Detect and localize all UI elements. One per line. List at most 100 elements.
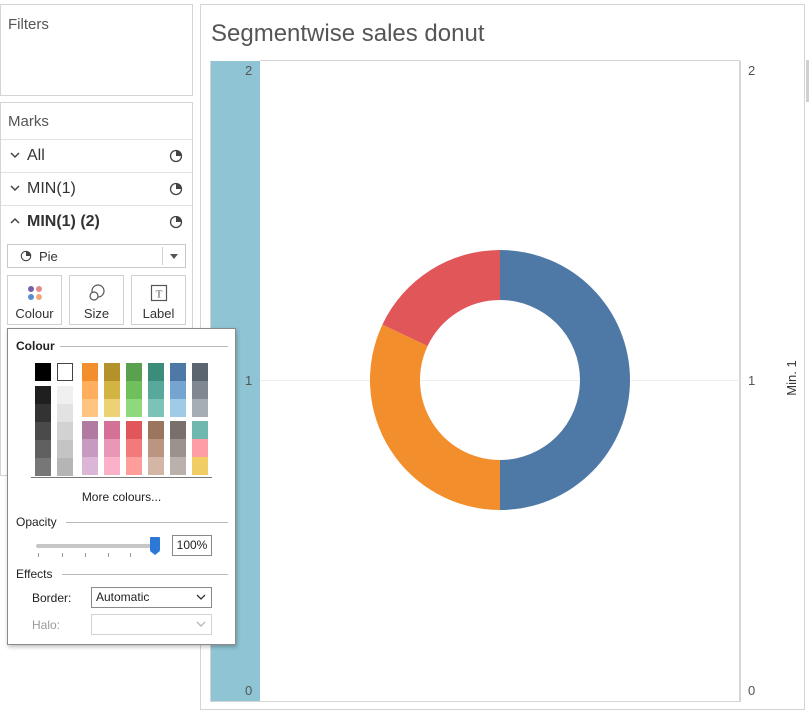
swatch-color[interactable] — [148, 381, 164, 399]
swatch-color[interactable] — [82, 421, 98, 439]
donut-slice-0[interactable] — [500, 250, 630, 510]
swatch-color[interactable] — [82, 399, 98, 417]
swatch-color[interactable] — [192, 399, 208, 417]
swatch-black[interactable] — [35, 363, 51, 381]
chart-frame-top — [260, 60, 740, 61]
colour-popup: Colour More colours... Opacity 100% Effe… — [7, 328, 236, 645]
section-divider — [62, 574, 228, 575]
swatch-dark-gray[interactable] — [35, 458, 51, 476]
swatch-color[interactable] — [170, 363, 186, 381]
swatch-color[interactable] — [104, 457, 120, 475]
swatch-color[interactable] — [104, 363, 120, 381]
pie-mark-icon — [169, 182, 183, 196]
swatch-color[interactable] — [148, 363, 164, 381]
effects-section-title: Effects — [16, 567, 53, 581]
swatch-dark-gray[interactable] — [35, 386, 51, 404]
swatch-color[interactable] — [170, 439, 186, 457]
donut-slice-1[interactable] — [370, 324, 500, 510]
swatch-light-gray[interactable] — [57, 440, 73, 458]
marks-row-all[interactable]: All — [1, 139, 192, 172]
swatch-color[interactable] — [126, 381, 142, 399]
right-axis-tick: 1 — [748, 373, 756, 388]
pie-mark-icon — [169, 149, 183, 163]
swatch-color[interactable] — [148, 457, 164, 475]
swatch-color[interactable] — [148, 421, 164, 439]
right-axis-line — [740, 61, 741, 702]
swatch-color[interactable] — [192, 457, 208, 475]
left-axis-tick: 2 — [245, 63, 253, 78]
donut-chart[interactable] — [360, 240, 640, 520]
chevron-up-icon — [10, 217, 20, 224]
swatch-color[interactable] — [82, 439, 98, 457]
swatch-light-gray[interactable] — [57, 458, 73, 476]
chevron-down-icon — [10, 152, 20, 159]
colour-button[interactable]: Colour — [7, 275, 62, 325]
swatch-color[interactable] — [126, 439, 142, 457]
swatch-color[interactable] — [104, 439, 120, 457]
border-dropdown-value: Automatic — [96, 590, 150, 604]
halo-label: Halo: — [32, 618, 61, 632]
opacity-section-title: Opacity — [16, 515, 57, 529]
swatch-color[interactable] — [82, 381, 98, 399]
swatch-light-gray[interactable] — [57, 404, 73, 422]
chart-title: Segmentwise sales donut — [211, 20, 485, 47]
donut-slice-2[interactable] — [382, 250, 500, 346]
more-colours-link[interactable]: More colours... — [8, 490, 235, 504]
marks-title: Marks — [8, 113, 49, 130]
swatch-color[interactable] — [126, 363, 142, 381]
colour-section-title: Colour — [16, 339, 55, 353]
swatch-color[interactable] — [126, 421, 142, 439]
swatch-color[interactable] — [104, 421, 120, 439]
section-divider — [66, 522, 228, 523]
right-axis-title: Min. 1 — [784, 360, 799, 396]
swatch-color[interactable] — [82, 363, 98, 381]
colour-button-label: Colour — [15, 306, 54, 321]
marks-row-label: MIN(1) (2) — [27, 213, 100, 230]
swatch-color[interactable] — [192, 439, 208, 457]
mark-type-value: Pie — [39, 249, 58, 264]
text-label-icon: T — [150, 284, 167, 302]
swatch-dark-gray[interactable] — [35, 422, 51, 440]
section-divider — [60, 346, 228, 347]
swatch-color[interactable] — [82, 457, 98, 475]
pie-mark-icon — [20, 250, 32, 262]
swatch-white[interactable] — [57, 363, 73, 381]
swatch-color[interactable] — [192, 363, 208, 381]
border-label: Border: — [32, 591, 72, 605]
swatch-color[interactable] — [148, 399, 164, 417]
marks-row-min1[interactable]: MIN(1) — [1, 172, 192, 205]
swatch-dark-gray[interactable] — [35, 440, 51, 458]
marks-row-min1-2[interactable]: MIN(1) (2) — [1, 205, 192, 238]
filters-shelf[interactable]: Filters — [0, 4, 193, 96]
chevron-down-icon — [196, 594, 206, 600]
right-axis-tick: 0 — [748, 683, 756, 698]
swatch-light-gray[interactable] — [57, 386, 73, 404]
slider-tick — [62, 553, 63, 557]
swatch-light-gray[interactable] — [57, 422, 73, 440]
right-axis-tick: 2 — [748, 63, 756, 78]
swatch-color[interactable] — [126, 399, 142, 417]
opacity-slider-track[interactable] — [36, 544, 157, 548]
swatch-color[interactable] — [126, 457, 142, 475]
swatch-color[interactable] — [170, 457, 186, 475]
swatch-color[interactable] — [170, 381, 186, 399]
svg-text:T: T — [155, 289, 162, 301]
border-dropdown[interactable]: Automatic — [91, 587, 212, 608]
swatch-color[interactable] — [192, 421, 208, 439]
swatch-color[interactable] — [170, 399, 186, 417]
label-button[interactable]: T Label — [131, 275, 186, 325]
swatch-color[interactable] — [192, 381, 208, 399]
opacity-slider-thumb[interactable] — [150, 537, 160, 555]
slider-tick — [108, 553, 109, 557]
swatch-dark-gray[interactable] — [35, 404, 51, 422]
marks-row-label: All — [27, 147, 45, 164]
swatch-color[interactable] — [148, 439, 164, 457]
colour-dots-icon — [27, 286, 42, 300]
mark-type-dropdown[interactable]: Pie — [7, 244, 186, 268]
swatch-color[interactable] — [170, 421, 186, 439]
opacity-percent-input[interactable]: 100% — [172, 535, 212, 556]
swatch-color[interactable] — [104, 399, 120, 417]
slider-tick — [38, 553, 39, 557]
swatch-color[interactable] — [104, 381, 120, 399]
size-button[interactable]: Size — [69, 275, 124, 325]
